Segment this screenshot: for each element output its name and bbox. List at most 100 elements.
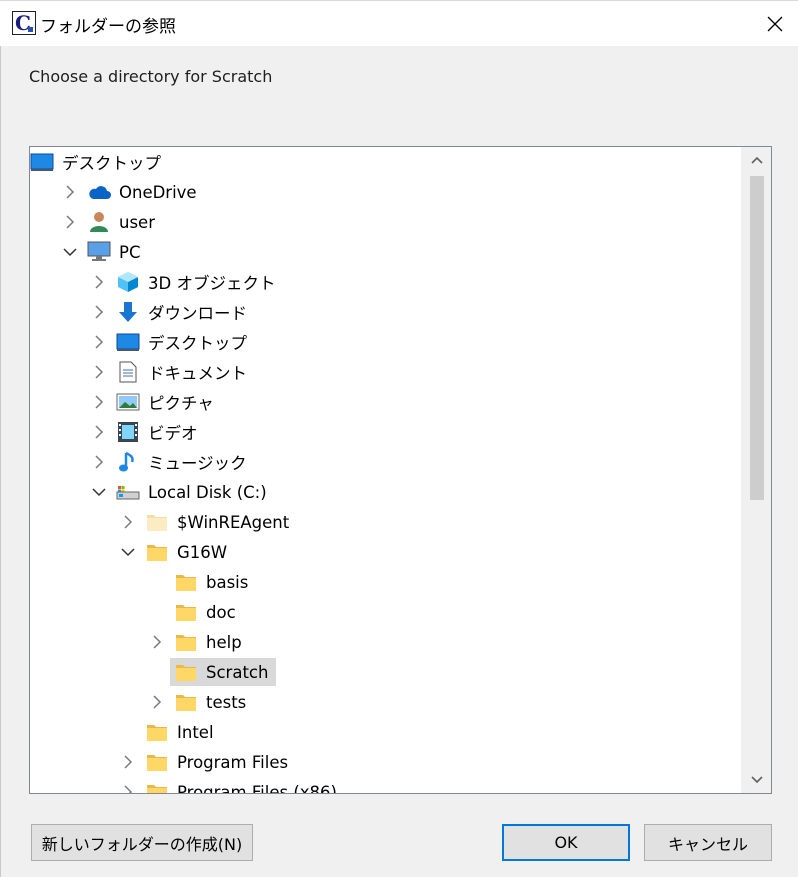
chevron-down-icon[interactable]: [92, 485, 106, 499]
3d-objects-icon: [116, 270, 140, 294]
close-icon: [767, 16, 783, 31]
tree-item-program-files-x86[interactable]: Program Files (x86): [30, 777, 742, 793]
folder-icon: [174, 660, 198, 684]
desktop-icon: [30, 150, 54, 174]
tree-item-label: ミュージック: [148, 454, 247, 473]
window-title: フォルダーの参照: [40, 17, 176, 37]
chevron-right-icon[interactable]: [121, 785, 135, 793]
scroll-down-button[interactable]: [742, 767, 771, 793]
folder-hidden-icon: [145, 510, 169, 534]
tree-item-label: $WinREAgent: [177, 512, 290, 532]
folder-icon: [174, 600, 198, 624]
computer-icon: [87, 240, 111, 264]
tree-item-g16w[interactable]: G16W: [30, 537, 742, 567]
chevron-right-icon[interactable]: [121, 755, 135, 769]
tree-item-3d[interactable]: 3D オブジェクト: [30, 267, 742, 297]
tree-item-[interactable]: ダウンロード: [30, 297, 742, 327]
tree-item-label: help: [206, 632, 242, 652]
scroll-up-button[interactable]: [742, 147, 771, 173]
tree-item-label: doc: [206, 602, 236, 622]
app-icon: C: [12, 11, 36, 35]
chevron-right-icon[interactable]: [92, 305, 106, 319]
chevron-right-icon[interactable]: [150, 635, 164, 649]
title-bar: C フォルダーの参照: [0, 0, 798, 46]
pictures-icon: [116, 390, 140, 414]
chevron-right-icon[interactable]: [63, 215, 77, 229]
folder-icon: [145, 750, 169, 774]
selected-item-highlight[interactable]: Scratch: [170, 658, 277, 686]
chevron-right-icon[interactable]: [92, 395, 106, 409]
tree-item-label: デスクトップ: [62, 154, 161, 173]
tree-item-label: ダウンロード: [148, 304, 247, 323]
user-icon: [87, 210, 111, 234]
chevron-right-icon[interactable]: [92, 455, 106, 469]
tree-item-help[interactable]: help: [30, 627, 742, 657]
chevron-down-icon: [750, 776, 763, 784]
scroll-thumb[interactable]: [750, 176, 764, 500]
tree-item-pc[interactable]: PC: [30, 237, 742, 267]
tree-item-basis[interactable]: basis: [30, 567, 742, 597]
chevron-down-icon[interactable]: [121, 545, 135, 559]
tree-item-label: Scratch: [206, 662, 269, 682]
folder-icon: [145, 720, 169, 744]
folder-icon: [174, 570, 198, 594]
new-folder-button[interactable]: 新しいフォルダーの作成(N): [31, 824, 253, 861]
tree-item-[interactable]: デスクトップ: [30, 327, 742, 357]
chevron-right-icon[interactable]: [92, 365, 106, 379]
video-icon: [116, 420, 140, 444]
tree-item-label: tests: [206, 692, 247, 712]
tree-item-label: Program Files: [177, 752, 289, 772]
ok-button[interactable]: OK: [502, 824, 630, 861]
tree-item-onedrive[interactable]: OneDrive: [30, 177, 742, 207]
tree-item-label: G16W: [177, 542, 228, 562]
folder-icon: [145, 540, 169, 564]
tree-item-[interactable]: ドキュメント: [30, 357, 742, 387]
folder-icon: [174, 630, 198, 654]
documents-icon: [116, 360, 140, 384]
desktop-icon: [116, 330, 140, 354]
chevron-up-icon: [750, 156, 763, 164]
tree-item-label: Program Files (x86): [177, 782, 337, 794]
download-icon: [116, 300, 140, 324]
tree-item-doc[interactable]: doc: [30, 597, 742, 627]
chevron-right-icon[interactable]: [92, 335, 106, 349]
chevron-right-icon[interactable]: [92, 275, 106, 289]
tree-item-program-files[interactable]: Program Files: [30, 747, 742, 777]
tree-item-label: PC: [119, 242, 141, 262]
cancel-button[interactable]: キャンセル: [644, 824, 772, 861]
tree-item-label: basis: [206, 572, 249, 592]
tree-item-label: デスクトップ: [148, 334, 247, 353]
tree-item-tests[interactable]: tests: [30, 687, 742, 717]
cloud-icon: [87, 180, 111, 204]
tree-item-label: 3D オブジェクト: [148, 274, 276, 293]
tree-item-[interactable]: ミュージック: [30, 447, 742, 477]
folder-icon: [174, 690, 198, 714]
tree-item-label: Local Disk (C:): [148, 482, 267, 502]
tree-item-local-disk-c[interactable]: Local Disk (C:): [30, 477, 742, 507]
tree-item-winreagent[interactable]: $WinREAgent: [30, 507, 742, 537]
tree-item-scratch[interactable]: Scratch: [30, 657, 742, 687]
tree-item-label: ピクチャ: [148, 394, 214, 413]
drive-icon: [116, 480, 140, 504]
chevron-right-icon[interactable]: [92, 425, 106, 439]
tree-item-user[interactable]: user: [30, 207, 742, 237]
tree-item-label: Intel: [177, 722, 214, 742]
chevron-right-icon[interactable]: [121, 515, 135, 529]
close-button[interactable]: [752, 1, 798, 46]
vertical-scrollbar[interactable]: [741, 147, 771, 793]
tree-item-[interactable]: デスクトップ: [30, 147, 742, 177]
tree-item-[interactable]: ビデオ: [30, 417, 742, 447]
tree-item-label: ドキュメント: [148, 364, 247, 383]
tree-item-label: user: [119, 212, 155, 232]
music-icon: [116, 450, 140, 474]
tree-item-intel[interactable]: Intel: [30, 717, 742, 747]
tree-item-label: OneDrive: [119, 182, 197, 202]
chevron-down-icon[interactable]: [63, 245, 77, 259]
folder-tree[interactable]: デスクトップ OneDrive user PC 3D オブジェクト ダウンロード デスクトッ…: [29, 146, 772, 794]
chevron-right-icon[interactable]: [63, 185, 77, 199]
folder-tree-content: デスクトップ OneDrive user PC 3D オブジェクト ダウンロード デスクトッ…: [30, 147, 742, 793]
prompt-text: Choose a directory for Scratch: [29, 67, 273, 86]
chevron-right-icon[interactable]: [150, 695, 164, 709]
tree-item-[interactable]: ピクチャ: [30, 387, 742, 417]
tree-item-label: ビデオ: [148, 424, 198, 443]
